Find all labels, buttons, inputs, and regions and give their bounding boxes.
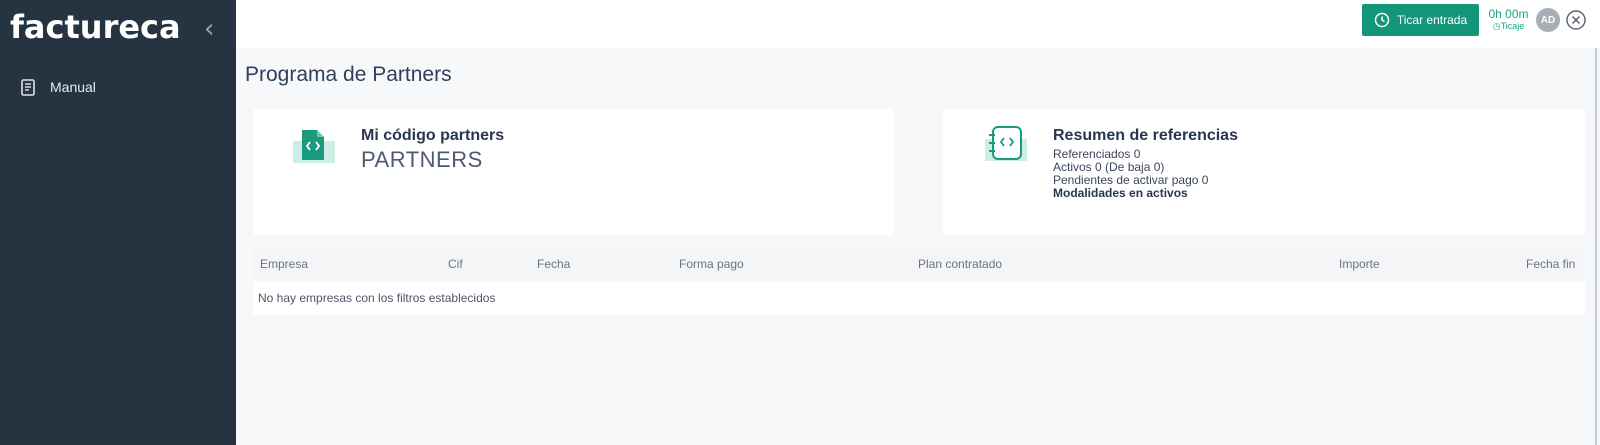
column-cif[interactable]: Cif [448, 257, 463, 271]
column-plan-contratado[interactable]: Plan contratado [918, 257, 1002, 271]
avatar[interactable]: AD [1536, 8, 1560, 32]
page-title: Programa de Partners [245, 63, 452, 86]
time-tracker[interactable]: 0h 00m ◷Ticaje [1487, 8, 1530, 32]
summary-modalities: Modalidades en activos [1053, 186, 1188, 200]
sidebar-item-manual[interactable]: Manual [18, 76, 96, 98]
document-icon [18, 77, 38, 97]
referral-summary-card: Resumen de referencias Referenciados 0 A… [943, 109, 1585, 235]
empty-table-message: No hay empresas con los filtros establec… [258, 291, 496, 305]
sidebar: factureca ‹ Manual [0, 0, 236, 445]
clock-small-icon: ◷ [1492, 21, 1501, 31]
column-empresa[interactable]: Empresa [260, 257, 308, 271]
partner-code-card: Mi código partners PARTNERS [253, 109, 894, 235]
collapse-sidebar-icon[interactable]: ‹ [204, 14, 214, 44]
ticar-entrada-button[interactable]: Ticar entrada [1362, 4, 1479, 36]
table-header: Empresa Cif Fecha Forma pago Plan contra… [253, 248, 1585, 280]
partner-code-value: PARTNERS [361, 147, 483, 172]
timer-subtitle: ◷Ticaje [1492, 21, 1525, 31]
scrollbar[interactable] [1595, 48, 1597, 445]
summary-active: Activos 0 (De baja 0) [1053, 160, 1165, 174]
table-body: No hay empresas con los filtros establec… [253, 281, 1585, 315]
column-fecha[interactable]: Fecha [537, 257, 570, 271]
partner-code-title: Mi código partners [361, 127, 505, 144]
column-importe[interactable]: Importe [1339, 257, 1380, 271]
column-fecha-fin[interactable]: Fecha fin [1526, 257, 1575, 271]
code-file-icon [293, 130, 335, 163]
ticar-entrada-label: Ticar entrada [1396, 13, 1468, 27]
code-notebook-icon [985, 126, 1027, 161]
summary-title: Resumen de referencias [1053, 127, 1238, 144]
summary-pending: Pendientes de activar pago 0 [1053, 173, 1209, 187]
clock-icon [1374, 12, 1390, 28]
column-forma-pago[interactable]: Forma pago [679, 257, 744, 271]
sidebar-item-label: Manual [50, 79, 96, 95]
summary-referenced: Referenciados 0 [1053, 147, 1141, 161]
close-icon[interactable] [1566, 10, 1586, 30]
factureca-logo[interactable]: factureca [10, 8, 181, 46]
timer-value: 0h 00m [1488, 7, 1529, 21]
